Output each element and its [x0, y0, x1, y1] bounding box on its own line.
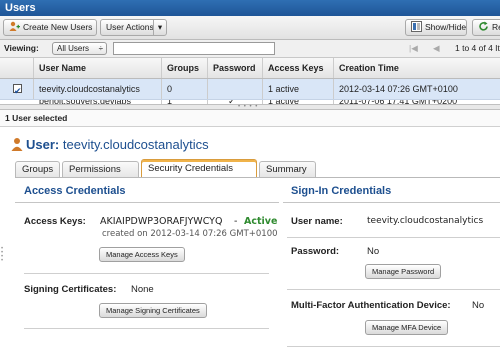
- row-checkbox[interactable]: [13, 81, 22, 99]
- select-arrows-icon: ÷: [98, 44, 103, 53]
- column-header-password[interactable]: Password: [208, 58, 263, 78]
- cell-user-name: teevity.cloudcostanalytics: [34, 79, 162, 99]
- refresh-label: Ref: [492, 22, 500, 32]
- user-title-prefix: User:: [26, 137, 60, 152]
- create-new-users-button[interactable]: Create New Users: [3, 19, 97, 36]
- manage-password-button[interactable]: Manage Password: [365, 264, 442, 279]
- cell-access-keys: 1 active: [263, 79, 334, 99]
- access-key-created: created on 2012-03-14 07:26 GMT+0100: [102, 229, 278, 239]
- column-header-groups[interactable]: Groups: [162, 58, 208, 78]
- left-grip-icon[interactable]: • • • •: [1, 246, 4, 277]
- pager-text: 1 to 4 of 4 It: [455, 43, 500, 53]
- tab-security-credentials[interactable]: Security Credentials: [141, 159, 257, 178]
- access-key-status: Active: [244, 216, 278, 227]
- selection-status: 1 User selected: [0, 110, 500, 127]
- signing-certificates-value: None: [131, 284, 154, 295]
- show-hide-button[interactable]: Show/Hide: [405, 19, 467, 36]
- username-label: User name:: [291, 216, 343, 227]
- cell-password: [208, 79, 263, 99]
- access-credentials-title: Access Credentials: [24, 185, 126, 197]
- mfa-device-label: Multi-Factor Authentication Device:: [291, 300, 451, 311]
- cell-creation-time: 2012-03-14 07:26 GMT+0100: [339, 84, 458, 94]
- user-title: User: teevity.cloudcostanalytics: [11, 137, 209, 152]
- section-divider: [24, 273, 269, 274]
- column-header-user-name[interactable]: User Name: [34, 58, 162, 78]
- section-divider: [287, 289, 500, 290]
- first-page-icon[interactable]: |◀: [409, 43, 418, 54]
- section-divider: [287, 346, 500, 347]
- sign-in-credentials-card: Sign-In Credentials User name: teevity.c…: [283, 178, 500, 358]
- access-key-separator: -: [234, 216, 238, 227]
- manage-access-keys-button[interactable]: Manage Access Keys: [99, 247, 185, 262]
- table-row[interactable]: teevity.cloudcostanalytics 0 1 active 20…: [0, 79, 500, 100]
- show-hide-label: Show/Hide: [425, 22, 467, 32]
- viewing-label: Viewing:: [4, 43, 39, 53]
- previous-page-icon[interactable]: ◀: [433, 43, 440, 54]
- section-divider: [15, 202, 279, 203]
- section-divider: [283, 202, 500, 203]
- password-value: No: [367, 246, 380, 257]
- toolbar: Create New Users User Actions ▾ Show/Hid…: [0, 16, 500, 40]
- columns-icon: [411, 21, 422, 32]
- tab-groups[interactable]: Groups: [15, 161, 60, 177]
- column-header-creation-time[interactable]: Creation Time: [334, 58, 500, 78]
- signing-certificates-label: Signing Certificates:: [24, 284, 117, 295]
- refresh-icon: [478, 21, 489, 32]
- mfa-device-value: No: [472, 300, 485, 311]
- cell-groups: 0: [162, 79, 208, 99]
- username-value: teevity.cloudcostanalytics: [367, 216, 484, 226]
- user-icon: [11, 137, 23, 151]
- access-keys-label: Access Keys:: [24, 216, 86, 227]
- user-filter-value: All Users: [57, 44, 90, 53]
- user-actions-button[interactable]: User Actions ▾: [100, 19, 167, 36]
- access-key-id: AKIAIPDWP3ORAFJYWCYQ: [100, 216, 223, 227]
- window-title: Users: [0, 0, 500, 16]
- users-table: User Name Groups Password Access Keys Cr…: [0, 58, 500, 106]
- chevron-down-icon: ▾: [153, 20, 166, 35]
- user-detail-panel: • • • • User: teevity.cloudcostanalytics Gr…: [0, 127, 500, 358]
- manage-mfa-device-button[interactable]: Manage MFA Device: [365, 320, 449, 335]
- add-user-icon: [9, 21, 20, 32]
- user-filter-select[interactable]: All Users ÷: [52, 42, 107, 55]
- row-checkbox-cell[interactable]: [0, 79, 34, 99]
- manage-signing-certificates-button[interactable]: Manage Signing Certificates: [99, 303, 207, 318]
- table-header: User Name Groups Password Access Keys Cr…: [0, 58, 500, 79]
- user-title-name: teevity.cloudcostanalytics: [62, 137, 209, 152]
- tab-summary[interactable]: Summary: [259, 161, 316, 177]
- section-divider: [287, 237, 500, 238]
- sign-in-credentials-title: Sign-In Credentials: [291, 185, 392, 197]
- filter-bar: Viewing: All Users ÷ |◀ ◀ 1 to 4 of 4 It: [0, 40, 500, 58]
- create-new-users-label: Create New Users: [23, 22, 93, 32]
- column-header-access-keys[interactable]: Access Keys: [263, 58, 334, 78]
- password-label: Password:: [291, 246, 340, 257]
- select-column-header: [0, 58, 34, 78]
- tab-permissions[interactable]: Permissions: [62, 161, 139, 177]
- refresh-button[interactable]: Ref: [472, 19, 500, 36]
- user-actions-label: User Actions: [106, 22, 154, 32]
- access-credentials-card: Access Credentials Access Keys: AKIAIPDW…: [15, 178, 279, 358]
- section-divider: [24, 328, 269, 329]
- search-input[interactable]: [113, 42, 275, 55]
